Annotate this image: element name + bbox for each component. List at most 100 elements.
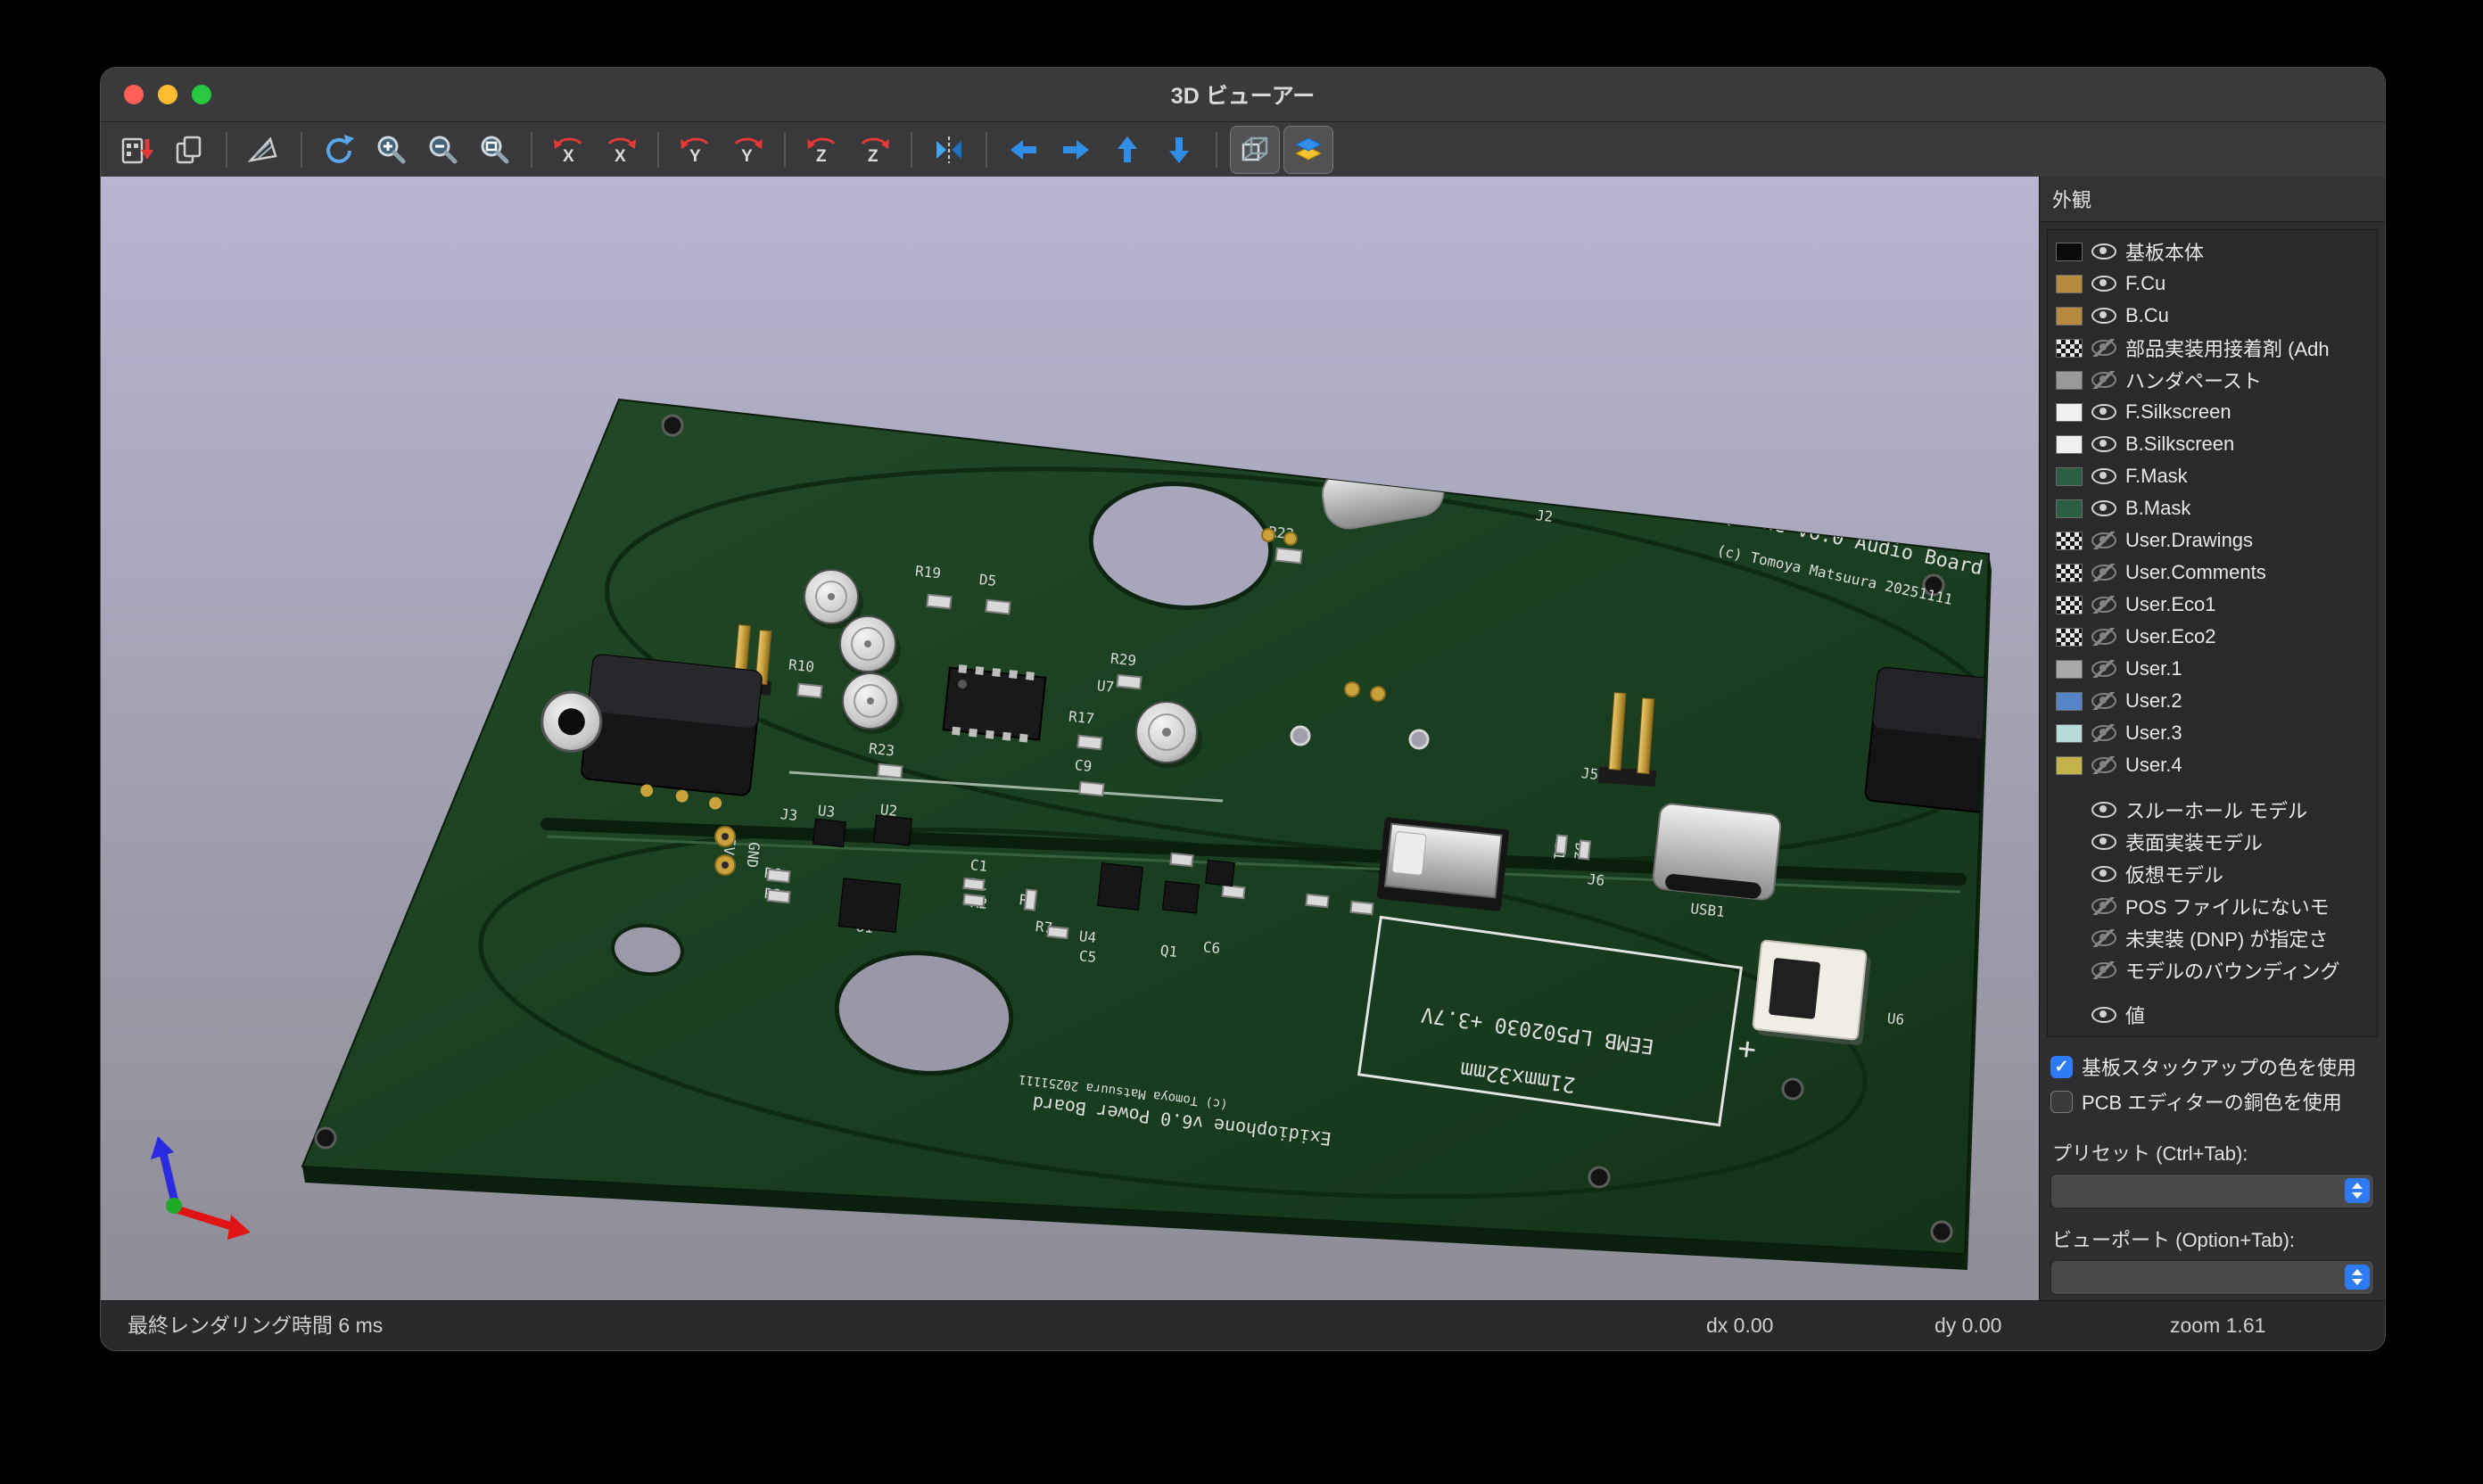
visibility-eye-icon[interactable]: [2091, 1006, 2117, 1024]
layer-color-swatch[interactable]: [2056, 564, 2083, 582]
visibility-eye-off-icon[interactable]: [2091, 371, 2117, 389]
title-bar[interactable]: 3D ビューアー: [101, 68, 2385, 122]
copy-image-icon[interactable]: [165, 127, 213, 173]
stepper-icon[interactable]: [2345, 1265, 2370, 1290]
layer-row[interactable]: B.Mask: [2048, 492, 2377, 524]
visibility-eye-icon[interactable]: [2091, 833, 2117, 851]
visibility-eye-off-icon[interactable]: [2091, 756, 2117, 774]
layer-row[interactable]: F.Cu: [2048, 268, 2377, 300]
close-button[interactable]: [124, 85, 144, 104]
redraw-icon[interactable]: [315, 127, 363, 173]
slide-switch-sw1: [1376, 817, 1509, 911]
move-left-icon[interactable]: [1000, 127, 1048, 173]
layer-color-swatch[interactable]: [2056, 467, 2083, 486]
checkbox-icon[interactable]: [2050, 1091, 2073, 1113]
visibility-eye-off-icon[interactable]: [2091, 724, 2117, 742]
zoom-fit-icon[interactable]: [470, 127, 518, 173]
visibility-eye-off-icon[interactable]: [2091, 897, 2117, 915]
layer-row[interactable]: 値: [2048, 999, 2377, 1031]
layer-color-swatch[interactable]: [2056, 596, 2083, 614]
visibility-eye-off-icon[interactable]: [2091, 564, 2117, 581]
rotate-z-cw-icon[interactable]: Z: [850, 127, 898, 173]
reload-board-icon[interactable]: [113, 127, 161, 173]
layer-row[interactable]: User.4: [2048, 749, 2377, 781]
orthographic-projection-icon[interactable]: [1230, 126, 1280, 174]
visibility-eye-off-icon[interactable]: [2091, 628, 2117, 646]
appearance-layers-icon[interactable]: [1283, 126, 1333, 174]
layer-row[interactable]: B.Silkscreen: [2048, 428, 2377, 460]
checkbox-icon[interactable]: [2050, 1056, 2073, 1078]
layer-color-swatch[interactable]: [2056, 435, 2083, 454]
layer-color-swatch[interactable]: [2056, 403, 2083, 422]
visibility-eye-icon[interactable]: [2091, 801, 2117, 819]
flip-board-icon[interactable]: [925, 127, 973, 173]
rotate-y-cw-icon[interactable]: Y: [723, 127, 771, 173]
layer-row[interactable]: 基板本体: [2048, 235, 2377, 268]
layer-row[interactable]: User.Eco2: [2048, 621, 2377, 653]
rotate-z-ccw-icon[interactable]: Z: [798, 127, 846, 173]
raytracing-icon[interactable]: [240, 127, 288, 173]
layer-color-swatch[interactable]: [2056, 339, 2083, 358]
layer-row[interactable]: User.Comments: [2048, 556, 2377, 589]
rotate-x-cw-icon[interactable]: X: [597, 127, 645, 173]
visibility-eye-icon[interactable]: [2091, 499, 2117, 517]
visibility-eye-icon[interactable]: [2091, 403, 2117, 421]
visibility-eye-off-icon[interactable]: [2091, 692, 2117, 710]
layer-row[interactable]: F.Mask: [2048, 460, 2377, 492]
layer-color-swatch[interactable]: [2056, 532, 2083, 550]
layer-color-swatch[interactable]: [2056, 275, 2083, 293]
layer-color-swatch[interactable]: [2056, 628, 2083, 647]
layer-row[interactable]: User.2: [2048, 685, 2377, 717]
layer-row[interactable]: POS ファイルにないモ: [2048, 890, 2377, 922]
zoom-out-icon[interactable]: [418, 127, 466, 173]
layer-color-swatch[interactable]: [2056, 307, 2083, 326]
move-right-icon[interactable]: [1052, 127, 1100, 173]
move-down-icon[interactable]: [1155, 127, 1203, 173]
zoom-in-icon[interactable]: [367, 127, 415, 173]
silk-label: J2: [1535, 507, 1554, 525]
move-up-icon[interactable]: [1103, 127, 1151, 173]
visibility-eye-off-icon[interactable]: [2091, 339, 2117, 357]
visibility-eye-off-icon[interactable]: [2091, 660, 2117, 678]
layer-color-swatch[interactable]: [2056, 243, 2083, 261]
visibility-eye-icon[interactable]: [2091, 307, 2117, 325]
layer-row[interactable]: User.1: [2048, 653, 2377, 685]
visibility-eye-icon[interactable]: [2091, 435, 2117, 453]
3d-viewport[interactable]: EEMB LP502030 +3.7V 21mmx32mm Exidiophon…: [101, 177, 2040, 1301]
layer-row[interactable]: User.3: [2048, 717, 2377, 749]
layer-row[interactable]: F.Silkscreen: [2048, 396, 2377, 428]
layer-color-swatch[interactable]: [2056, 724, 2083, 743]
layer-row[interactable]: User.Drawings: [2048, 524, 2377, 556]
layer-color-swatch[interactable]: [2056, 499, 2083, 518]
stepper-icon[interactable]: [2345, 1178, 2370, 1203]
layer-row[interactable]: モデルのバウンディング: [2048, 954, 2377, 986]
minimize-button[interactable]: [158, 85, 177, 104]
zoom-button[interactable]: [192, 85, 211, 104]
visibility-eye-icon[interactable]: [2091, 275, 2117, 293]
layer-color-swatch[interactable]: [2056, 756, 2083, 775]
use-pcb-editor-copper-colors-checkbox[interactable]: PCB エディターの銅色を使用: [2050, 1087, 2374, 1116]
layer-row[interactable]: User.Eco1: [2048, 589, 2377, 621]
visibility-eye-off-icon[interactable]: [2091, 961, 2117, 979]
preset-select[interactable]: [2050, 1174, 2374, 1208]
layer-color-swatch[interactable]: [2056, 692, 2083, 711]
viewport-select[interactable]: [2050, 1260, 2374, 1295]
visibility-eye-icon[interactable]: [2091, 467, 2117, 485]
visibility-eye-icon[interactable]: [2091, 865, 2117, 883]
rotate-x-ccw-icon[interactable]: X: [545, 127, 593, 173]
rotate-y-ccw-icon[interactable]: Y: [672, 127, 720, 173]
visibility-eye-off-icon[interactable]: [2091, 929, 2117, 947]
visibility-eye-icon[interactable]: [2091, 243, 2117, 260]
layer-row[interactable]: ハンダペースト: [2048, 364, 2377, 396]
layer-color-swatch[interactable]: [2056, 660, 2083, 679]
layer-row[interactable]: B.Cu: [2048, 300, 2377, 332]
layer-row[interactable]: 部品実装用接着剤 (Adh: [2048, 332, 2377, 364]
use-stackup-colors-checkbox[interactable]: 基板スタックアップの色を使用: [2050, 1052, 2374, 1081]
layer-row[interactable]: 表面実装モデル: [2048, 826, 2377, 858]
layer-row[interactable]: 仮想モデル: [2048, 858, 2377, 890]
layer-row[interactable]: 未実装 (DNP) が指定さ: [2048, 922, 2377, 954]
visibility-eye-off-icon[interactable]: [2091, 532, 2117, 549]
layer-color-swatch[interactable]: [2056, 371, 2083, 390]
layer-row[interactable]: スルーホール モデル: [2048, 794, 2377, 826]
visibility-eye-off-icon[interactable]: [2091, 596, 2117, 614]
